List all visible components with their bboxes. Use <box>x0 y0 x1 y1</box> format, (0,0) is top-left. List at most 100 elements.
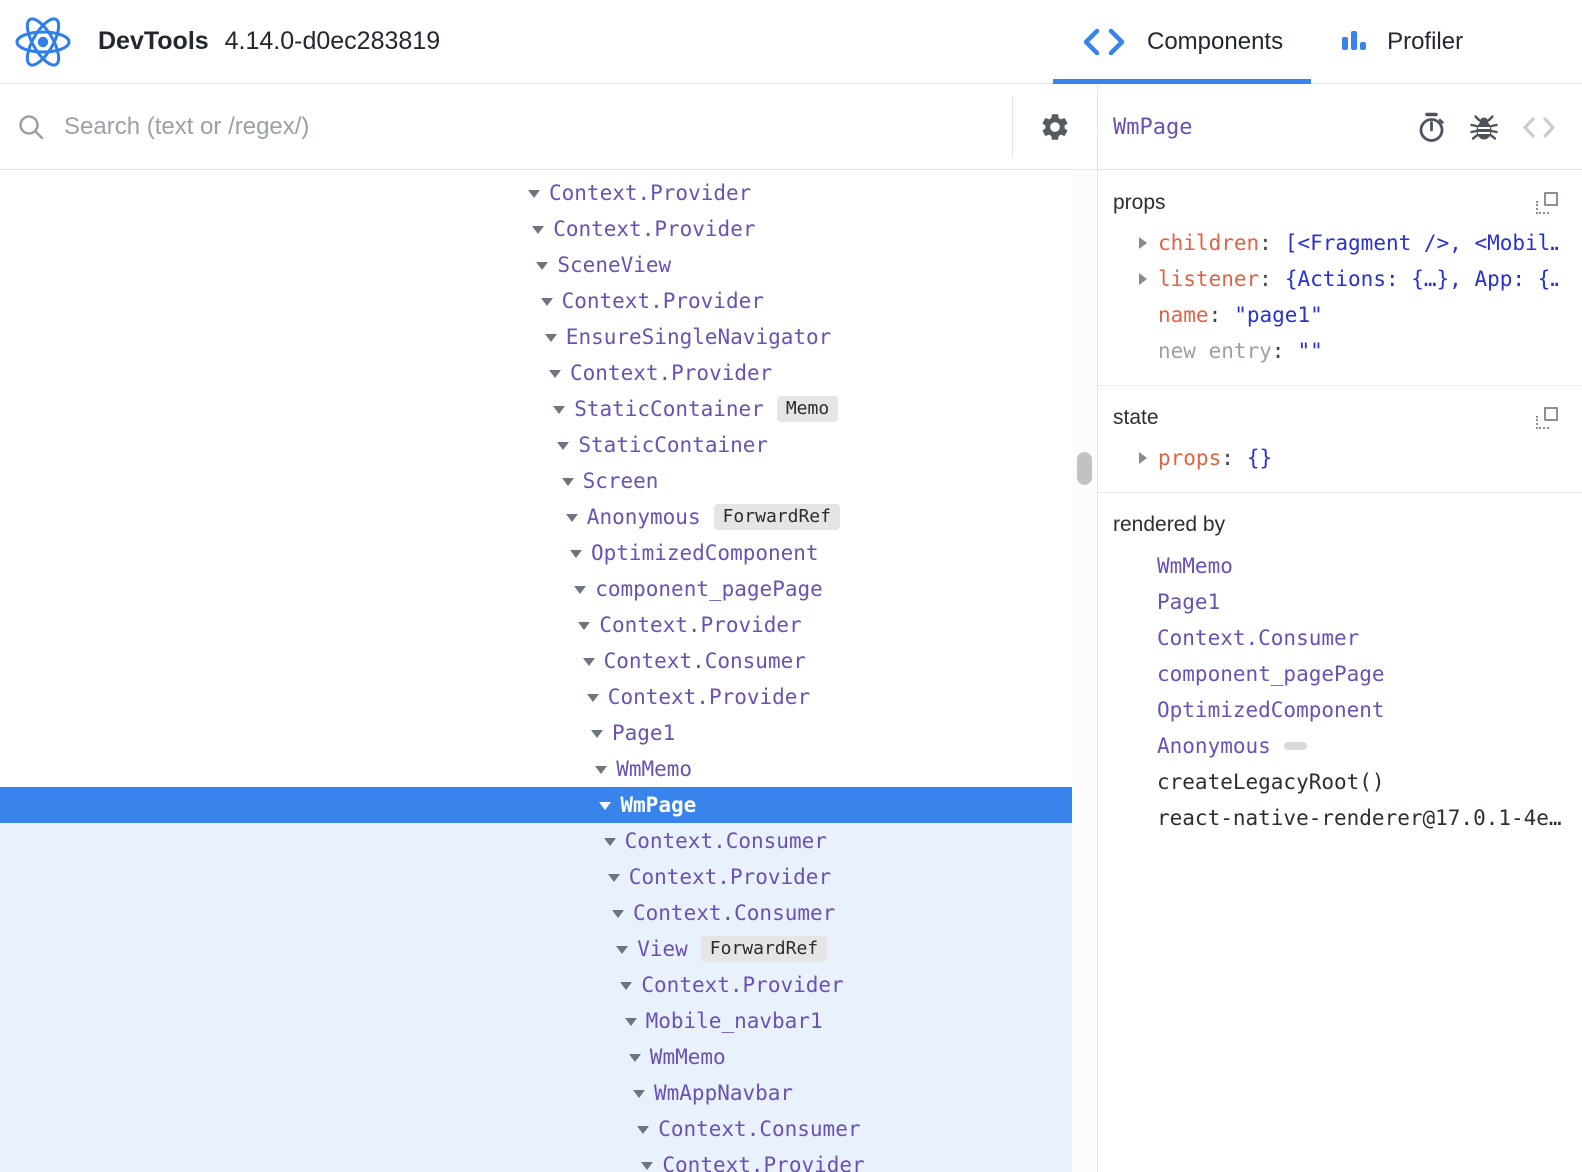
tree-row[interactable]: Context.Provider <box>0 679 1072 715</box>
expander-chevron-down-icon[interactable] <box>562 478 574 486</box>
settings-button[interactable] <box>1013 111 1097 143</box>
expander-chevron-down-icon[interactable] <box>612 910 624 918</box>
expander-chevron-down-icon[interactable] <box>545 334 557 342</box>
copy-props-button[interactable] <box>1536 192 1558 214</box>
tree-row[interactable]: StaticContainerMemo <box>0 391 1072 427</box>
tree-row[interactable]: Context.Provider <box>0 859 1072 895</box>
expander-chevron-down-icon[interactable] <box>557 442 569 450</box>
expander-chevron-down-icon[interactable] <box>620 982 632 990</box>
tree-row[interactable]: ViewForwardRef <box>0 931 1072 967</box>
expander-chevron-down-icon[interactable] <box>608 874 620 882</box>
prop-row[interactable]: new entry:"" <box>1113 333 1558 369</box>
tree-row[interactable]: Context.Consumer <box>0 1111 1072 1147</box>
expander-chevron-down-icon[interactable] <box>629 1054 641 1062</box>
suspend-toggle-button[interactable] <box>1417 112 1446 143</box>
rendered-by-name[interactable]: Context.Consumer <box>1157 626 1359 650</box>
state-row[interactable]: props:{} <box>1113 440 1558 476</box>
rendered-by-item[interactable]: Anonymous <box>1113 728 1558 764</box>
search-input[interactable] <box>64 97 1002 157</box>
tree-row[interactable]: Context.Provider <box>0 355 1072 391</box>
tree-row[interactable]: StaticContainer <box>0 427 1072 463</box>
tree-row[interactable]: component_pagePage <box>0 571 1072 607</box>
expand-arrow-icon[interactable] <box>1139 452 1147 464</box>
tree-row[interactable]: Context.Provider <box>0 1147 1072 1172</box>
tree-row[interactable]: EnsureSingleNavigator <box>0 319 1072 355</box>
rendered-by-item[interactable]: WmMemo <box>1113 548 1558 584</box>
copy-state-button[interactable] <box>1536 407 1558 429</box>
inspector-panel: props children:[<Fragment />, <Mobil…lis… <box>1098 171 1582 1172</box>
expander-chevron-down-icon[interactable] <box>553 406 565 414</box>
expander-chevron-down-icon[interactable] <box>637 1126 649 1134</box>
tree-row[interactable]: Page1 <box>0 715 1072 751</box>
tree-row[interactable]: Context.Consumer <box>0 895 1072 931</box>
component-name: Context.Provider <box>641 973 843 997</box>
tree-row[interactable]: WmAppNavbar <box>0 1075 1072 1111</box>
tab-components[interactable]: Components <box>1053 0 1311 84</box>
component-name: EnsureSingleNavigator <box>566 325 832 349</box>
tree-row[interactable]: OptimizedComponent <box>0 535 1072 571</box>
expander-chevron-down-icon[interactable] <box>532 226 544 234</box>
tree-row-selected[interactable]: WmPage <box>0 787 1072 823</box>
tree-row[interactable]: Context.Consumer <box>0 643 1072 679</box>
prop-row[interactable]: listener:{Actions: {…}, App: {… <box>1113 261 1558 297</box>
rendered-by-name[interactable]: WmMemo <box>1157 554 1233 578</box>
tree-row[interactable]: Context.Provider <box>0 211 1072 247</box>
app-name: DevTools <box>98 27 209 55</box>
rendered-by-item[interactable]: component_pagePage <box>1113 656 1558 692</box>
tree-row[interactable]: Context.Provider <box>0 607 1072 643</box>
expander-chevron-down-icon[interactable] <box>616 946 628 954</box>
expander-chevron-down-icon[interactable] <box>536 262 548 270</box>
expander-chevron-down-icon[interactable] <box>595 766 607 774</box>
rendered-by-name[interactable]: Page1 <box>1157 590 1220 614</box>
rendered-by-item[interactable]: Page1 <box>1113 584 1558 620</box>
code-brackets-icon <box>1081 27 1127 57</box>
expand-arrow-icon[interactable] <box>1139 273 1147 285</box>
rendered-by-name[interactable]: component_pagePage <box>1157 662 1385 686</box>
tree-row[interactable]: AnonymousForwardRef <box>0 499 1072 535</box>
tree-row[interactable]: Screen <box>0 463 1072 499</box>
expander-chevron-down-icon[interactable] <box>549 370 561 378</box>
expander-chevron-down-icon[interactable] <box>633 1090 645 1098</box>
expander-chevron-down-icon[interactable] <box>528 190 540 198</box>
prop-row[interactable]: name:"page1" <box>1113 297 1558 333</box>
tab-profiler[interactable]: Profiler <box>1311 0 1491 84</box>
tree-row[interactable]: Mobile_navbar1 <box>0 1003 1072 1039</box>
expander-chevron-down-icon[interactable] <box>591 730 603 738</box>
tree-row[interactable]: Context.Consumer <box>0 823 1072 859</box>
component-tree[interactable]: Context.ProviderContext.ProviderSceneVie… <box>0 171 1072 1172</box>
truncated-badge-pill <box>1284 742 1307 750</box>
attribute-value[interactable]: {Actions: {…}, App: {… <box>1285 267 1558 291</box>
rendered-by-name[interactable]: Anonymous <box>1157 734 1271 758</box>
expander-chevron-down-icon[interactable] <box>541 298 553 306</box>
copy-icon-front <box>1544 407 1558 421</box>
expander-chevron-down-icon[interactable] <box>578 622 590 630</box>
tree-row[interactable]: Context.Provider <box>0 283 1072 319</box>
expander-chevron-down-icon[interactable] <box>587 694 599 702</box>
attribute-value[interactable]: [<Fragment />, <Mobil… <box>1285 231 1558 255</box>
tree-row[interactable]: SceneView <box>0 247 1072 283</box>
expander-chevron-down-icon[interactable] <box>599 802 611 810</box>
hoc-badge: ForwardRef <box>714 504 840 530</box>
expander-chevron-down-icon[interactable] <box>625 1018 637 1026</box>
tree-row[interactable]: Context.Provider <box>0 967 1072 1003</box>
attribute-value[interactable]: "page1" <box>1234 303 1558 327</box>
rendered-by-name[interactable]: OptimizedComponent <box>1157 698 1385 722</box>
expander-chevron-down-icon[interactable] <box>604 838 616 846</box>
prop-row[interactable]: children:[<Fragment />, <Mobil… <box>1113 225 1558 261</box>
expander-chevron-down-icon[interactable] <box>570 550 582 558</box>
expander-chevron-down-icon[interactable] <box>566 514 578 522</box>
tree-row[interactable]: WmMemo <box>0 1039 1072 1075</box>
rendered-by-item[interactable]: OptimizedComponent <box>1113 692 1558 728</box>
log-to-console-button[interactable] <box>1470 113 1498 142</box>
tree-row[interactable]: WmMemo <box>0 751 1072 787</box>
expander-chevron-down-icon[interactable] <box>583 658 595 666</box>
expand-arrow-icon[interactable] <box>1139 237 1147 249</box>
tree-row[interactable]: Context.Provider <box>0 175 1072 211</box>
expander-chevron-down-icon[interactable] <box>641 1162 653 1170</box>
rendered-by-item[interactable]: Context.Consumer <box>1113 620 1558 656</box>
expander-chevron-down-icon[interactable] <box>574 586 586 594</box>
scrollbar-thumb[interactable] <box>1077 452 1092 485</box>
view-source-button[interactable] <box>1522 116 1556 139</box>
attribute-value[interactable]: {} <box>1247 446 1558 470</box>
attribute-value[interactable]: "" <box>1297 339 1558 363</box>
